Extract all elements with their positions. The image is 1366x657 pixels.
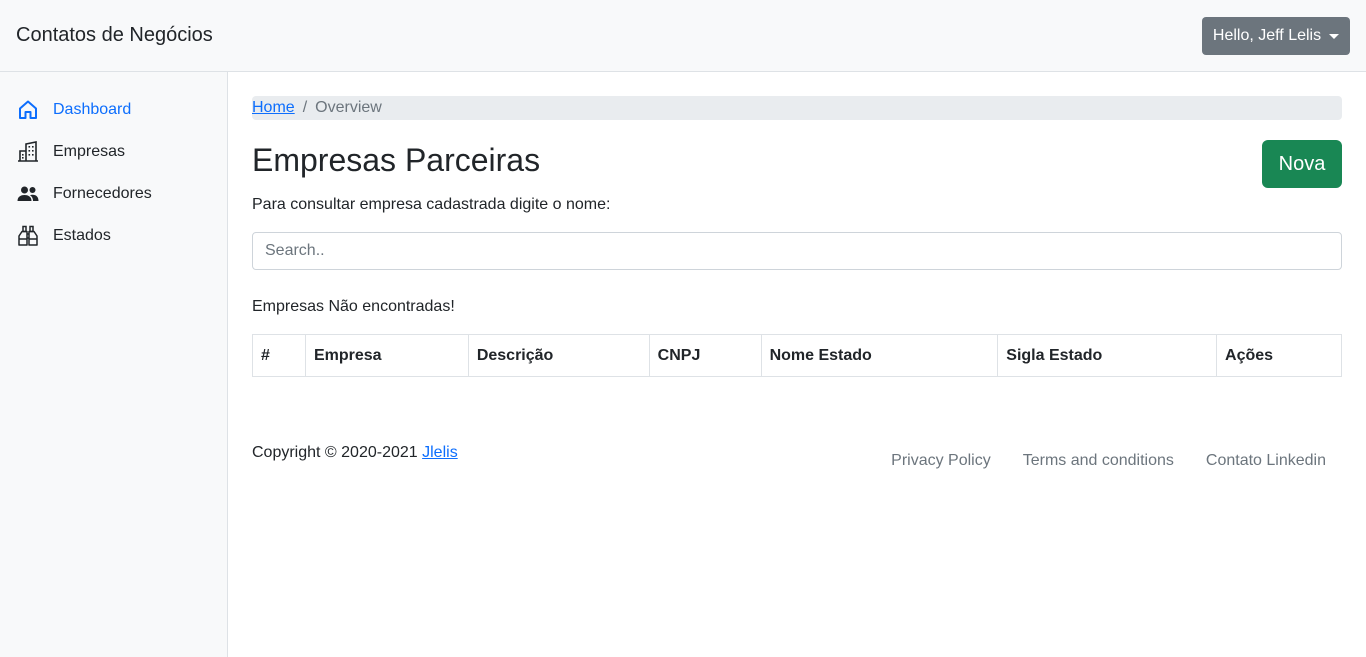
copyright-text: Copyright © 2020-2021 xyxy=(252,444,418,461)
brand-title[interactable]: Contatos de Negócios xyxy=(16,24,213,47)
column-header-empresa: Empresa xyxy=(304,334,469,377)
footer-links: Privacy Policy Terms and conditions Cont… xyxy=(875,452,1342,470)
sidebar-item-label: Estados xyxy=(53,227,111,244)
sidebar-item-label: Empresas xyxy=(53,143,126,160)
breadcrumb-separator: / xyxy=(302,99,308,116)
column-header-descricao: Descrição xyxy=(467,334,650,377)
user-menu-label: Hello, Jeff Lelis xyxy=(1212,27,1322,44)
top-navbar: Contatos de Negócios Hello, Jeff Lelis xyxy=(0,0,1366,72)
column-header-sigla-estado: Sigla Estado xyxy=(997,334,1218,377)
people-icon xyxy=(17,186,39,201)
breadcrumb-home-link[interactable]: Home xyxy=(252,99,295,117)
page-title: Empresas Parceiras xyxy=(252,142,541,178)
sidebar-item-dashboard[interactable]: Dashboard xyxy=(16,96,216,124)
companies-table: # Empresa Descrição CNPJ Nome Estado Sig… xyxy=(252,334,1342,377)
new-company-button[interactable]: Nova xyxy=(1262,140,1342,188)
breadcrumb: Home / Overview xyxy=(252,96,1342,120)
search-help-text: Para consultar empresa cadastrada digite… xyxy=(252,196,611,213)
privacy-policy-link[interactable]: Privacy Policy xyxy=(875,452,1007,470)
sidebar-item-estados[interactable]: Estados xyxy=(16,222,216,250)
author-link[interactable]: Jlelis xyxy=(422,444,458,461)
user-menu-button[interactable]: Hello, Jeff Lelis xyxy=(1202,17,1350,55)
column-header-nome-estado: Nome Estado xyxy=(760,334,999,377)
sidebar: Dashboard Empresas Fornecedores Estados xyxy=(0,72,228,657)
table-header-row: # Empresa Descrição CNPJ Nome Estado Sig… xyxy=(252,334,1342,377)
caret-down-icon xyxy=(1329,33,1340,39)
building-icon xyxy=(18,141,38,162)
house-icon xyxy=(19,100,37,119)
binoculars-icon xyxy=(18,225,38,246)
linkedin-contact-link[interactable]: Contato Linkedin xyxy=(1190,452,1342,470)
column-header-number: # xyxy=(252,334,306,377)
breadcrumb-current: Overview xyxy=(315,99,382,116)
search-input[interactable] xyxy=(252,232,1342,270)
terms-link[interactable]: Terms and conditions xyxy=(1007,452,1190,470)
sidebar-item-empresas[interactable]: Empresas xyxy=(16,138,216,166)
empty-state-message: Empresas Não encontradas! xyxy=(252,298,455,315)
sidebar-item-fornecedores[interactable]: Fornecedores xyxy=(16,180,216,208)
sidebar-item-label: Fornecedores xyxy=(53,185,152,202)
column-header-acoes: Ações xyxy=(1216,334,1342,377)
footer-copyright: Copyright © 2020-2021 Jlelis xyxy=(252,444,458,462)
sidebar-item-label: Dashboard xyxy=(53,101,132,118)
column-header-cnpj: CNPJ xyxy=(648,334,762,377)
